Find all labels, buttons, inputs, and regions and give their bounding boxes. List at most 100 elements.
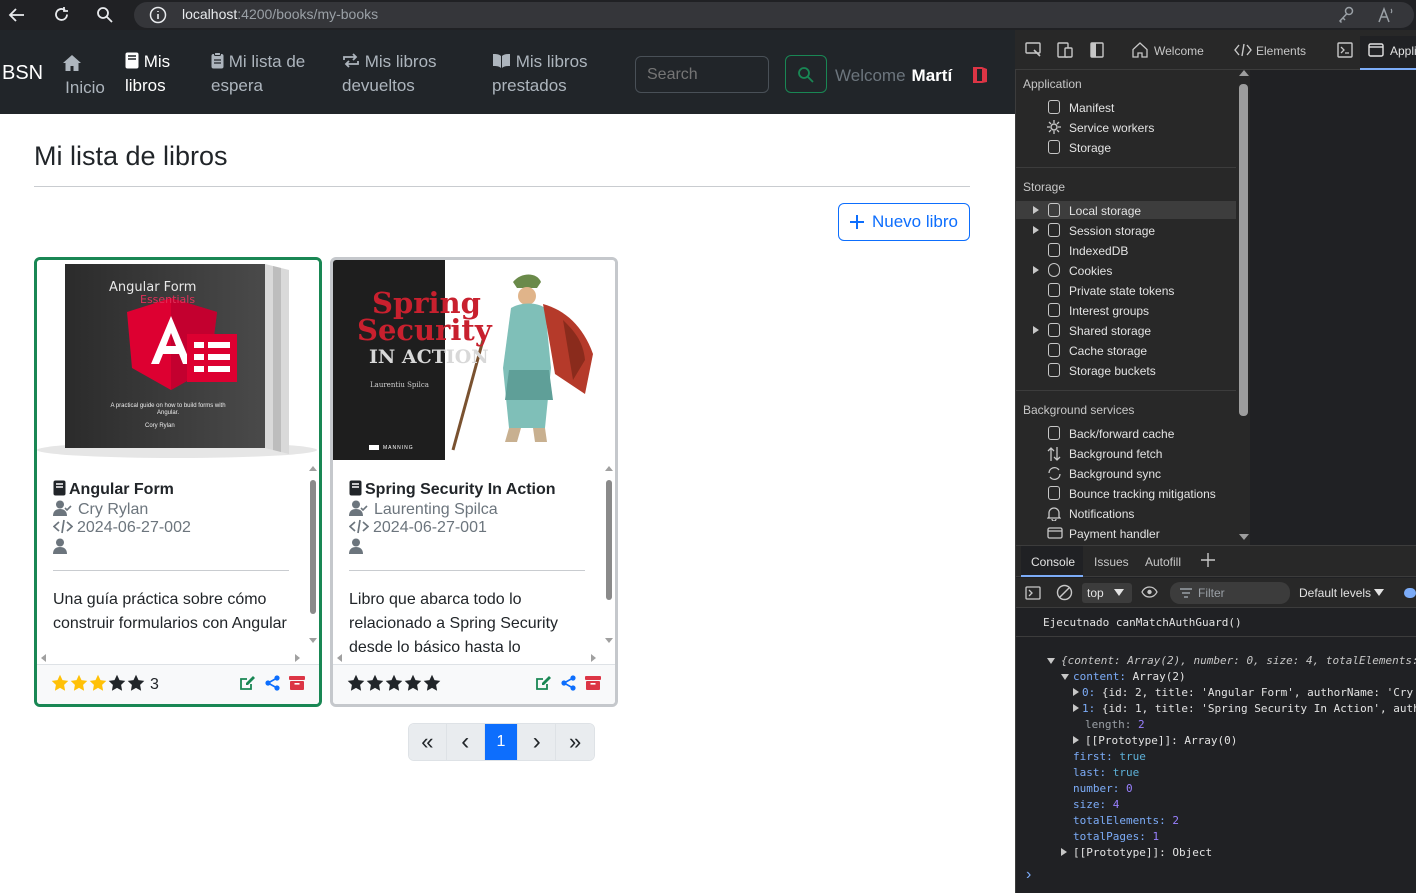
- next-page-button[interactable]: ›: [518, 724, 557, 760]
- tab-welcome[interactable]: Welcome: [1154, 44, 1204, 58]
- collapsed-arrow-icon[interactable]: [1073, 704, 1079, 712]
- star-empty-icon[interactable]: [423, 674, 441, 692]
- horizontal-scrollbar[interactable]: [333, 652, 603, 664]
- first-page-button[interactable]: «: [409, 724, 447, 760]
- clear-console-icon[interactable]: [1056, 584, 1073, 601]
- star-empty-icon[interactable]: [385, 674, 403, 692]
- horizontal-scrollbar[interactable]: [37, 652, 307, 664]
- log-levels-select[interactable]: Default levels: [1299, 586, 1385, 600]
- expand-arrow-icon[interactable]: [1033, 266, 1039, 274]
- archive-icon[interactable]: [585, 675, 601, 691]
- scroll-down-arrow[interactable]: [1239, 533, 1249, 541]
- key-icon[interactable]: [1338, 6, 1354, 24]
- section-background-services: Background services: [1023, 403, 1135, 417]
- filter-input[interactable]: Filter: [1170, 582, 1290, 604]
- expand-arrow-icon[interactable]: [1033, 326, 1039, 334]
- share-icon[interactable]: [561, 675, 576, 691]
- search-input[interactable]: [635, 56, 769, 93]
- logout-icon[interactable]: [971, 66, 989, 84]
- tab-autofill[interactable]: Autofill: [1145, 555, 1181, 569]
- vertical-scrollbar[interactable]: [307, 460, 319, 652]
- scroll-up-arrow[interactable]: [1239, 69, 1249, 77]
- tree-item-bounce-tracking[interactable]: Bounce tracking mitigations: [1069, 487, 1216, 501]
- new-book-button[interactable]: Nuevo libro: [838, 203, 970, 241]
- issues-badge-icon[interactable]: [1404, 588, 1416, 598]
- tab-issues[interactable]: Issues: [1094, 555, 1129, 569]
- collapsed-arrow-icon[interactable]: [1073, 688, 1079, 696]
- star-empty-icon[interactable]: [108, 674, 126, 692]
- tree-item-service-workers[interactable]: Service workers: [1069, 121, 1154, 135]
- star-empty-icon[interactable]: [404, 674, 422, 692]
- sidebar-toggle-icon[interactable]: [1025, 586, 1041, 600]
- device-toolbar-icon[interactable]: [1057, 42, 1073, 58]
- refresh-icon[interactable]: [52, 5, 71, 24]
- plus-icon: [850, 215, 864, 229]
- tree-item-manifest[interactable]: Manifest: [1069, 101, 1114, 115]
- tab-application[interactable]: Appli: [1360, 36, 1416, 70]
- console-icon[interactable]: [1337, 42, 1353, 58]
- inspect-icon[interactable]: [1025, 42, 1042, 58]
- expanded-arrow-icon[interactable]: [1061, 674, 1069, 680]
- star-rating[interactable]: [347, 674, 441, 692]
- star-filled-icon[interactable]: [89, 674, 107, 692]
- edit-icon[interactable]: [535, 675, 552, 691]
- read-aloud-icon[interactable]: [1377, 6, 1395, 24]
- expanded-arrow-icon[interactable]: [1047, 658, 1055, 664]
- plus-icon[interactable]: [1201, 553, 1215, 567]
- tab-elements[interactable]: Elements: [1256, 44, 1306, 58]
- star-filled-icon[interactable]: [51, 674, 69, 692]
- expand-arrow-icon[interactable]: [1033, 206, 1039, 214]
- application-icon: [1368, 42, 1384, 58]
- brand-logo[interactable]: BSN: [2, 62, 43, 85]
- tree-item-session-storage[interactable]: Session storage: [1069, 224, 1155, 238]
- share-icon[interactable]: [265, 675, 280, 691]
- tree-item-shared-storage[interactable]: Shared storage: [1069, 324, 1151, 338]
- nav-item-inicio[interactable]: Inicio: [62, 52, 108, 100]
- collapsed-arrow-icon[interactable]: [1061, 848, 1067, 856]
- tree-item-storage-buckets[interactable]: Storage buckets: [1069, 364, 1156, 378]
- search-button[interactable]: [785, 55, 827, 93]
- tree-item-storage[interactable]: Storage: [1069, 141, 1111, 155]
- scroll-thumb[interactable]: [1239, 84, 1248, 416]
- search-icon[interactable]: [96, 6, 114, 24]
- tree-item-cookies[interactable]: Cookies: [1069, 264, 1112, 278]
- edit-icon[interactable]: [239, 675, 256, 691]
- tree-item-bfcache[interactable]: Back/forward cache: [1069, 427, 1174, 441]
- context-select[interactable]: top: [1082, 583, 1132, 603]
- page-1-button[interactable]: 1: [484, 724, 519, 760]
- tree-item-payment-handler[interactable]: Payment handler: [1069, 527, 1160, 541]
- prop-total-pages: totalPages: 1: [1073, 830, 1160, 843]
- tree-item-interest-groups[interactable]: Interest groups: [1069, 304, 1149, 318]
- star-rating[interactable]: [51, 674, 145, 692]
- vertical-scrollbar[interactable]: [603, 460, 615, 652]
- tab-console[interactable]: Console: [1021, 546, 1083, 577]
- info-icon[interactable]: [149, 6, 167, 24]
- archive-icon[interactable]: [289, 675, 305, 691]
- tree-item-local-storage[interactable]: Local storage: [1069, 204, 1141, 218]
- tree-item-notifications[interactable]: Notifications: [1069, 507, 1134, 521]
- book-card[interactable]: Spring Security IN ACTION Laurentiu Spil…: [330, 257, 618, 707]
- star-empty-icon[interactable]: [127, 674, 145, 692]
- nav-item-prestados[interactable]: Mis libros prestados: [492, 50, 588, 98]
- nav-item-mis-libros[interactable]: Mis libros: [125, 50, 170, 98]
- expand-arrow-icon[interactable]: [1033, 226, 1039, 234]
- tree-item-cache-storage[interactable]: Cache storage: [1069, 344, 1147, 358]
- collapsed-arrow-icon[interactable]: [1073, 736, 1079, 744]
- star-empty-icon[interactable]: [366, 674, 384, 692]
- back-arrow-icon[interactable]: [8, 6, 26, 24]
- nav-item-lista-espera[interactable]: Mi lista de espera: [211, 50, 305, 98]
- tree-item-indexeddb[interactable]: IndexedDB: [1069, 244, 1128, 258]
- tree-item-background-sync[interactable]: Background sync: [1069, 467, 1161, 481]
- book-card[interactable]: Angular Form Essentials A practical guid…: [34, 257, 322, 707]
- database-icon: [1048, 486, 1060, 500]
- eye-icon[interactable]: [1141, 586, 1158, 598]
- tree-item-private-state-tokens[interactable]: Private state tokens: [1069, 284, 1174, 298]
- prev-page-button[interactable]: ‹: [446, 724, 485, 760]
- tree-item-background-fetch[interactable]: Background fetch: [1069, 447, 1162, 461]
- star-filled-icon[interactable]: [70, 674, 88, 692]
- last-page-button[interactable]: »: [556, 724, 594, 760]
- star-empty-icon[interactable]: [347, 674, 365, 692]
- console-prompt[interactable]: ›: [1026, 866, 1031, 884]
- dock-side-icon[interactable]: [1090, 42, 1104, 58]
- nav-item-devueltos[interactable]: Mis libros devueltos: [342, 50, 437, 98]
